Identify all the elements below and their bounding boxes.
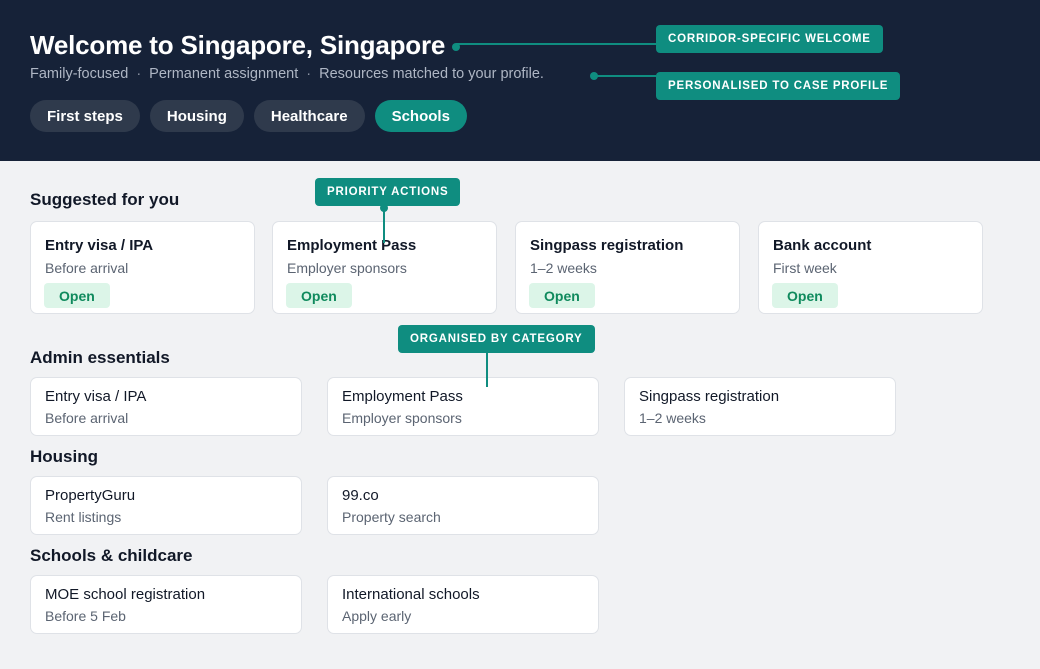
card-title: Singpass registration [530,237,684,254]
card-title: 99.co [342,487,379,504]
callout-priority-actions: PRIORITY ACTIONS [315,178,461,206]
profile-summary: Family-focused · Permanent assignment · Reso… [30,66,544,82]
callout-connector [383,206,385,243]
section-title-schools: Schools & childcare [30,546,193,565]
suggested-card-bank-account[interactable]: Bank account First week Open [758,221,983,314]
section-title-housing: Housing [30,447,98,466]
card-subtitle: Property search [342,509,441,525]
profile-focus: Family-focused [30,66,129,82]
card-subtitle: First week [773,260,837,276]
card-subtitle: Employer sponsors [342,410,462,426]
housing-card-propertyguru[interactable]: PropertyGuru Rent listings [30,476,302,535]
card-title: Entry visa / IPA [45,388,147,405]
card-title: Bank account [773,237,872,254]
callout-connector [486,353,488,387]
profile-note: Resources matched to your profile. [319,66,544,82]
schools-card-moe-registration[interactable]: MOE school registration Before 5 Feb [30,575,302,634]
card-subtitle: Rent listings [45,509,122,525]
card-title: MOE school registration [45,586,206,603]
schools-card-international-schools[interactable]: International schools Apply early [327,575,599,634]
separator: · [306,66,312,82]
card-title: PropertyGuru [45,487,136,504]
card-title: Employment Pass [342,388,463,405]
card-subtitle: 1–2 weeks [639,410,706,426]
card-subtitle: Employer sponsors [287,260,407,276]
tab-housing[interactable]: Housing [149,100,244,132]
open-button[interactable]: Open [286,283,352,308]
profile-assignment: Permanent assignment [149,66,299,82]
admin-card-employment-pass[interactable]: Employment Pass Employer sponsors [327,377,599,436]
card-subtitle: Before 5 Feb [45,608,126,624]
tab-healthcare[interactable]: Healthcare [253,100,365,132]
section-title-admin: Admin essentials [30,348,170,367]
suggested-card-entry-visa[interactable]: Entry visa / IPA Before arrival Open [30,221,255,314]
card-title: Singpass registration [639,388,780,405]
card-subtitle: Apply early [342,608,412,624]
tab-first-steps[interactable]: First steps [30,100,140,132]
open-button[interactable]: Open [772,283,838,308]
page-title: Welcome to Singapore, Singapore [30,30,446,60]
open-button[interactable]: Open [529,283,595,308]
category-tabs: First steps Housing Healthcare Schools [30,100,467,132]
open-button[interactable]: Open [44,283,110,308]
callout-organised-category: ORGANISED BY CATEGORY [398,325,595,353]
admin-card-entry-visa[interactable]: Entry visa / IPA Before arrival [30,377,302,436]
callout-connector [594,75,656,77]
callout-connector [456,43,656,45]
card-title: International schools [342,586,480,603]
card-title: Employment Pass [287,237,417,254]
section-title-suggested: Suggested for you [30,190,180,209]
card-subtitle: Before arrival [45,410,129,426]
admin-card-singpass[interactable]: Singpass registration 1–2 weeks [624,377,896,436]
callout-corridor-welcome: CORRIDOR-SPECIFIC WELCOME [656,25,883,53]
housing-card-99co[interactable]: 99.co Property search [327,476,599,535]
suggested-card-singpass[interactable]: Singpass registration 1–2 weeks Open [515,221,740,314]
card-title: Entry visa / IPA [45,237,154,254]
card-subtitle: 1–2 weeks [530,260,597,276]
callout-personalised-profile: PERSONALISED TO CASE PROFILE [656,72,901,100]
tab-schools[interactable]: Schools [374,100,467,132]
card-subtitle: Before arrival [45,260,129,276]
separator: · [136,66,142,82]
